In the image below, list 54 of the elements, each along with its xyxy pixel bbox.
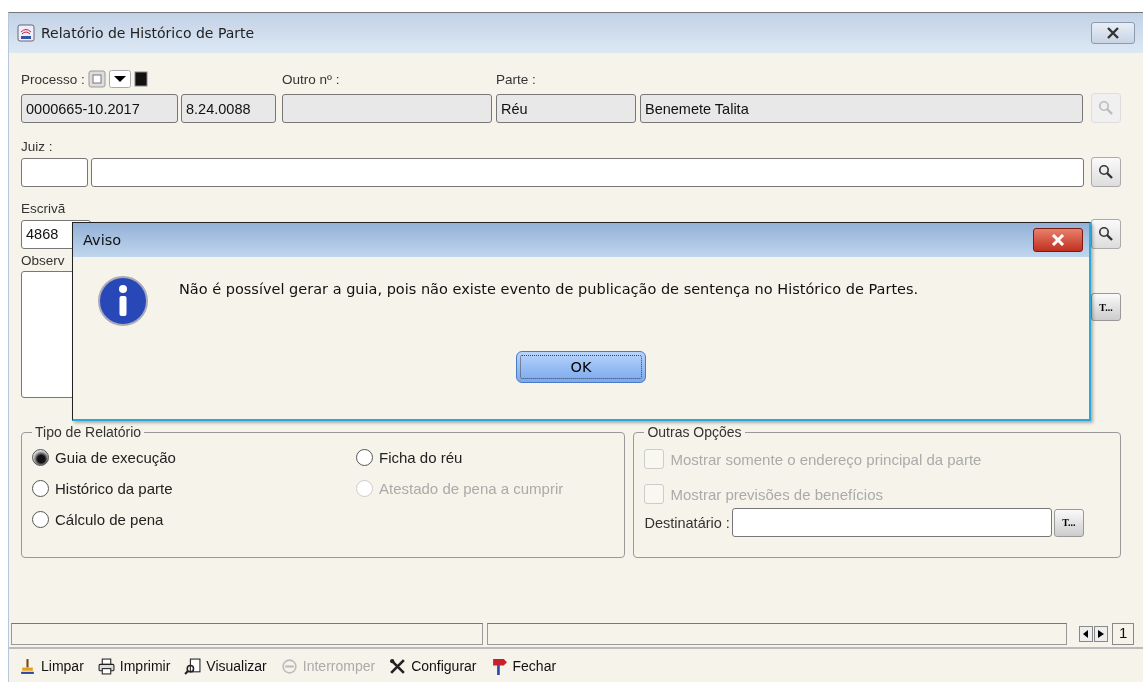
toolbar-button[interactable]: Fechar	[490, 657, 557, 675]
text-editor-button[interactable]: T...	[1053, 508, 1084, 537]
close-icon	[1106, 27, 1120, 39]
next-arrow-button[interactable]	[1094, 626, 1108, 642]
document-magnifier-icon	[184, 657, 202, 675]
process-number-field[interactable]: 0000665-10.2017	[21, 94, 178, 123]
toolbar-button[interactable]: Imprimir	[97, 657, 171, 675]
search-button[interactable]	[1091, 157, 1121, 187]
field-label: Destinatário :	[644, 514, 730, 531]
other-number-field[interactable]	[282, 94, 492, 123]
group-legend: Outras Opções	[644, 424, 745, 440]
close-icon	[1050, 234, 1066, 246]
dialog-message: Não é possível gerar a guia, pois não existe evento de publicação de sentença no Histórico de Partes.	[179, 281, 919, 297]
search-icon	[1098, 100, 1115, 116]
text-editor-button[interactable]: T...	[1091, 293, 1121, 321]
right-arrow-icon	[1098, 630, 1104, 638]
radio-option[interactable]: Guia de execução	[32, 449, 356, 466]
search-icon	[1098, 226, 1114, 242]
field-label: Parte :	[496, 71, 536, 87]
radio-option[interactable]: Histórico da parte	[32, 480, 356, 497]
ok-button[interactable]: OK	[516, 351, 646, 383]
previous-arrow-button[interactable]	[1079, 626, 1093, 642]
left-arrow-icon	[1083, 630, 1089, 638]
stop-icon	[280, 657, 298, 675]
printer-icon	[97, 657, 115, 675]
signpost-icon	[490, 657, 508, 675]
radio-option[interactable]: Cálculo de pena	[32, 511, 356, 528]
party-name-field[interactable]: Benemete Talita	[640, 94, 1084, 123]
search-icon	[1098, 164, 1114, 180]
toolbar-button[interactable]: Configurar	[389, 657, 477, 675]
search-button[interactable]	[1091, 219, 1121, 249]
field-label: Processo :	[21, 71, 85, 87]
judge-name-field[interactable]	[91, 157, 1084, 187]
judge-code-field[interactable]	[21, 157, 88, 187]
info-icon	[97, 275, 149, 327]
close-button[interactable]	[1091, 22, 1135, 44]
field-label: Observ	[21, 253, 66, 268]
square-icon[interactable]	[133, 71, 148, 87]
page-number: 1	[1112, 623, 1135, 645]
recipient-field[interactable]	[731, 508, 1052, 537]
field-label: Escrivã	[21, 201, 67, 216]
field-label: Juiz :	[21, 139, 54, 154]
group-legend: Tipo de Relatório	[32, 424, 145, 440]
field-label: Outro nº :	[282, 71, 340, 87]
toolbar-button[interactable]: Limpar	[19, 657, 84, 675]
toolbar-button[interactable]: Visualizar	[184, 657, 267, 675]
app-icon	[17, 24, 35, 42]
tools-icon	[389, 657, 407, 675]
process-suffix-field[interactable]: 8.24.0088	[181, 94, 276, 123]
radio-option[interactable]: Ficha do réu	[356, 449, 606, 466]
broom-icon	[19, 657, 36, 675]
close-button[interactable]	[1033, 228, 1083, 252]
party-type-field[interactable]: Réu	[496, 94, 636, 123]
window-title: Relatório de Histórico de Parte	[41, 25, 256, 41]
